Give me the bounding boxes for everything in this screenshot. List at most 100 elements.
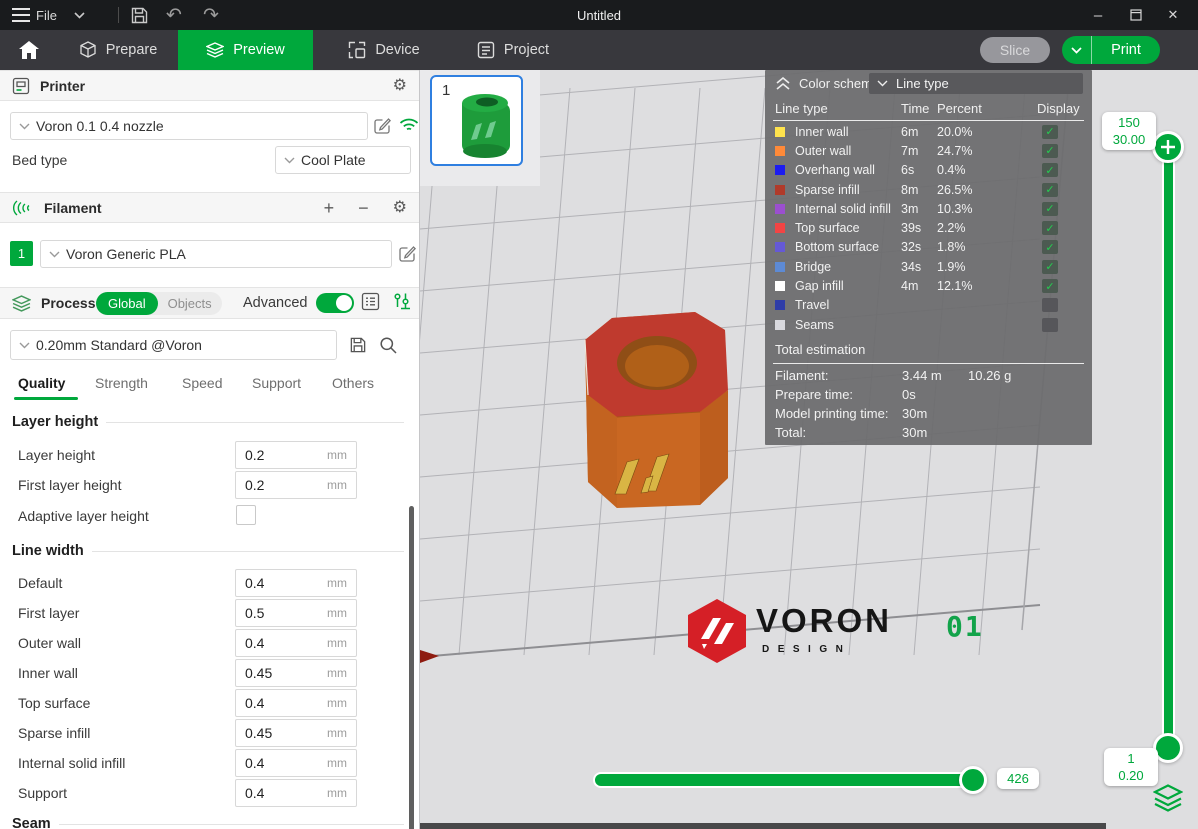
window-title: Untitled [0,0,1198,30]
color-chip [775,223,785,233]
legend-row: Travel [765,296,1092,315]
print-button[interactable]: Print [1062,36,1160,64]
layer-slider-track[interactable] [1164,148,1173,748]
filament-settings-gear-icon[interactable]: ⚙ [393,200,407,216]
filament-section-header: Filament + − ⚙ [0,192,419,223]
printer-settings-gear-icon[interactable]: ⚙ [393,78,407,94]
global-objects-segmented-control[interactable]: Global Objects [96,292,222,315]
wifi-icon[interactable] [399,117,419,132]
panel-scrollbar[interactable] [409,506,414,829]
line-width-internal-solid-infill-input[interactable]: 0.4mm [235,749,357,777]
tab-quality[interactable]: Quality [18,375,65,391]
printer-preset-dropdown[interactable]: Voron 0.1 0.4 nozzle [10,112,368,140]
step-slider-handle[interactable] [959,766,987,794]
filament-preset-dropdown[interactable]: Voron Generic PLA [40,240,392,268]
display-checkbox[interactable]: ✓ [1042,125,1058,139]
print-options-chevron-icon[interactable] [1062,36,1092,64]
line-width-first-layer-input[interactable]: 0.5mm [235,599,357,627]
color-chip [775,165,785,175]
tune-parameters-icon[interactable] [392,292,412,311]
remove-filament-icon[interactable]: − [358,199,369,217]
line-width-support-input[interactable]: 0.4mm [235,779,357,807]
color-chip [775,262,785,272]
legend-row: Bottom surface32s1.8%✓ [765,238,1092,257]
display-checkbox[interactable]: ✓ [1042,202,1058,216]
color-chip [775,185,785,195]
sliced-model[interactable] [585,312,728,508]
step-slider-track[interactable] [595,774,985,786]
line-width-inner-wall-input[interactable]: 0.45mm [235,659,357,687]
col-display: Display [1037,101,1080,116]
process-preset-dropdown[interactable]: 0.20mm Standard @Voron [10,330,337,360]
legend-row: Top surface39s2.2%✓ [765,219,1092,238]
legend-row: Overhang wall6s0.4%✓ [765,161,1092,180]
color-chip [775,300,785,310]
advanced-toggle[interactable] [316,293,354,313]
legend-row: Internal solid infill3m10.3%✓ [765,199,1092,218]
segment-global[interactable]: Global [96,292,158,315]
display-checkbox[interactable]: ✓ [1042,260,1058,274]
legend-row: Outer wall7m24.7%✓ [765,141,1092,160]
thumbnail-model-image [448,83,520,161]
line-width-outer-wall-input[interactable]: 0.4mm [235,629,357,657]
display-checkbox[interactable]: ✓ [1042,144,1058,158]
display-checkbox[interactable] [1042,298,1058,312]
filament-slot-badge[interactable]: 1 [10,241,33,266]
window-maximize-button[interactable] [1119,0,1153,30]
first-layer-height-input[interactable]: 0.2mm [235,471,357,499]
totals-title: Total estimation [775,342,865,357]
tab-others[interactable]: Others [332,375,374,391]
bed-type-dropdown[interactable]: Cool Plate [275,146,411,174]
filament-section-title: Filament [44,200,102,216]
printer-section-header: Printer ⚙ [0,70,419,101]
layer-slider-top-handle[interactable] [1152,131,1184,163]
save-preset-icon[interactable] [349,336,367,354]
tab-speed[interactable]: Speed [182,375,222,391]
window-minimize-button[interactable]: – [1081,0,1115,30]
display-checkbox[interactable]: ✓ [1042,279,1058,293]
chevron-down-icon [49,251,60,258]
layer-height-input[interactable]: 0.2mm [235,441,357,469]
edit-printer-icon[interactable] [374,117,391,134]
tab-prepare[interactable]: Prepare [62,30,174,70]
legend-row: Inner wall6m20.0%✓ [765,122,1092,141]
line-width-sparse-infill-input[interactable]: 0.45mm [235,719,357,747]
plate-thumbnail[interactable]: 1 [430,75,523,166]
col-line-type: Line type [775,101,828,116]
search-icon[interactable] [379,336,397,354]
display-checkbox[interactable]: ✓ [1042,221,1058,235]
chevron-down-icon [877,80,888,87]
line-width-default-input[interactable]: 0.4mm [235,569,357,597]
color-chip [775,242,785,252]
tab-strength[interactable]: Strength [95,375,148,391]
view-mode-dropdown[interactable]: Line type [869,73,1083,94]
parameter-list-icon[interactable] [361,292,380,311]
legend-panel: Color scheme Line type Line type Time Pe… [765,70,1092,445]
adaptive-layer-height-checkbox[interactable] [236,505,256,525]
tab-preview[interactable]: Preview [178,30,313,70]
legend-title: Color scheme [799,76,879,91]
tab-project[interactable]: Project [458,30,568,70]
tab-device[interactable]: Device [330,30,438,70]
chevron-down-icon [284,157,295,164]
window-close-button[interactable]: ✕ [1156,0,1190,30]
collapse-panel-icon[interactable] [775,77,791,90]
edit-filament-icon[interactable] [399,245,416,262]
segment-objects[interactable]: Objects [158,296,222,311]
legend-row: Gap infill4m12.1%✓ [765,276,1092,295]
color-chip [775,146,785,156]
layers-view-icon[interactable] [1153,784,1183,812]
display-checkbox[interactable] [1042,318,1058,332]
line-width-top-surface-input[interactable]: 0.4mm [235,689,357,717]
plate-brand-subtext: DESIGN [762,644,851,655]
bottom-edge-strip [420,823,1106,829]
display-checkbox[interactable]: ✓ [1042,163,1058,177]
tab-support[interactable]: Support [252,375,301,391]
add-filament-icon[interactable]: + [324,199,335,217]
color-chip [775,281,785,291]
home-button[interactable] [6,30,52,70]
side-panel: Printer ⚙ Voron 0.1 0.4 nozzle Bed type … [0,70,420,829]
display-checkbox[interactable]: ✓ [1042,183,1058,197]
slice-button[interactable]: Slice [980,37,1050,63]
display-checkbox[interactable]: ✓ [1042,240,1058,254]
